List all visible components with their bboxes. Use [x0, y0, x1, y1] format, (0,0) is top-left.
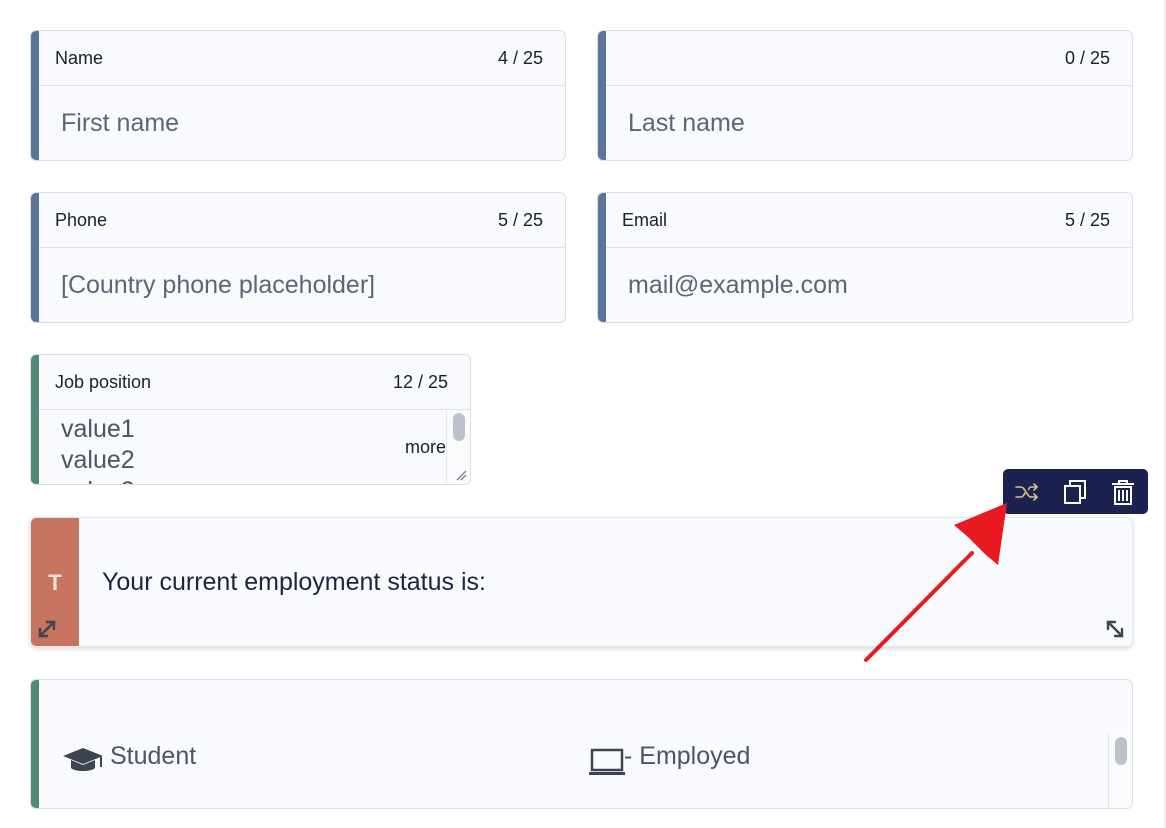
shuffle-icon[interactable]: [1013, 478, 1041, 506]
field-header: Name 4 / 25: [39, 31, 565, 86]
field-label: Name: [55, 48, 104, 68]
option-label: Student: [110, 742, 197, 770]
scrollbar-thumb[interactable]: [453, 413, 465, 441]
field-label: Email: [622, 210, 668, 230]
field-header: Job position 12 / 25: [39, 355, 470, 410]
field-label: Job position: [55, 372, 152, 392]
input-placeholder: Last name: [628, 109, 745, 137]
value-item: value2: [61, 446, 135, 474]
job-position-textarea[interactable]: value1 value2 value3 more: [39, 411, 470, 484]
trash-icon[interactable]: [1109, 478, 1137, 506]
graduation-cap-icon: [63, 748, 103, 771]
char-counter: 5 / 25: [1064, 210, 1110, 230]
resize-grip-icon[interactable]: [455, 469, 467, 481]
char-counter: 0 / 25: [1064, 48, 1110, 68]
expand-arrows-icon[interactable]: [36, 618, 58, 640]
resize-arrows-icon[interactable]: [1104, 618, 1126, 640]
block-toolbar: [1003, 469, 1148, 514]
first-name-field[interactable]: Name 4 / 25 First name: [30, 30, 566, 161]
char-counter: 5 / 25: [497, 210, 543, 230]
input-placeholder: [Country phone placeholder]: [61, 271, 376, 299]
field-accent: [598, 31, 606, 160]
email-field[interactable]: Email 5 / 25 mail@example.com: [597, 192, 1133, 323]
option-label: - Employed: [624, 742, 751, 770]
job-position-field[interactable]: Job position 12 / 25 value1 value2 value…: [30, 354, 471, 485]
field-accent: [598, 193, 606, 322]
block-type-strip: T: [31, 518, 79, 646]
field-accent: [31, 193, 39, 322]
text-question-block[interactable]: T Your current employment status is:: [30, 517, 1133, 647]
char-counter: 4 / 25: [497, 48, 543, 68]
char-counter: 12 / 25: [392, 372, 448, 392]
field-accent: [31, 355, 39, 484]
field-label: Phone: [55, 210, 108, 230]
field-accent: [31, 31, 39, 160]
input-placeholder: First name: [61, 109, 180, 137]
options-scrollbar[interactable]: [1108, 732, 1132, 808]
field-header: Email 5 / 25: [606, 193, 1132, 248]
value-list: value1 value2 value3: [61, 414, 135, 484]
input-placeholder: mail@example.com: [628, 271, 848, 299]
value-item: value3: [61, 476, 135, 484]
last-name-input[interactable]: Last name: [606, 87, 1132, 160]
laptop-icon: [589, 748, 625, 775]
email-input[interactable]: mail@example.com: [606, 249, 1132, 322]
last-name-field[interactable]: 0 / 25 Last name: [597, 30, 1133, 161]
scrollbar-thumb[interactable]: [1115, 737, 1127, 765]
copy-icon[interactable]: [1061, 478, 1089, 506]
field-header: 0 / 25: [606, 31, 1132, 86]
value-item: value1: [61, 415, 135, 443]
block-accent: [31, 680, 39, 808]
field-header: Phone 5 / 25: [39, 193, 565, 248]
first-name-input[interactable]: First name: [39, 87, 565, 160]
block-type-letter: T: [48, 570, 62, 595]
block-text: Your current employment status is:: [102, 568, 486, 596]
phone-field[interactable]: Phone 5 / 25 [Country phone placeholder]: [30, 192, 566, 323]
phone-input[interactable]: [Country phone placeholder]: [39, 249, 565, 322]
choice-options-block[interactable]: Student - Employed: [30, 679, 1133, 809]
more-link[interactable]: more: [405, 437, 446, 458]
